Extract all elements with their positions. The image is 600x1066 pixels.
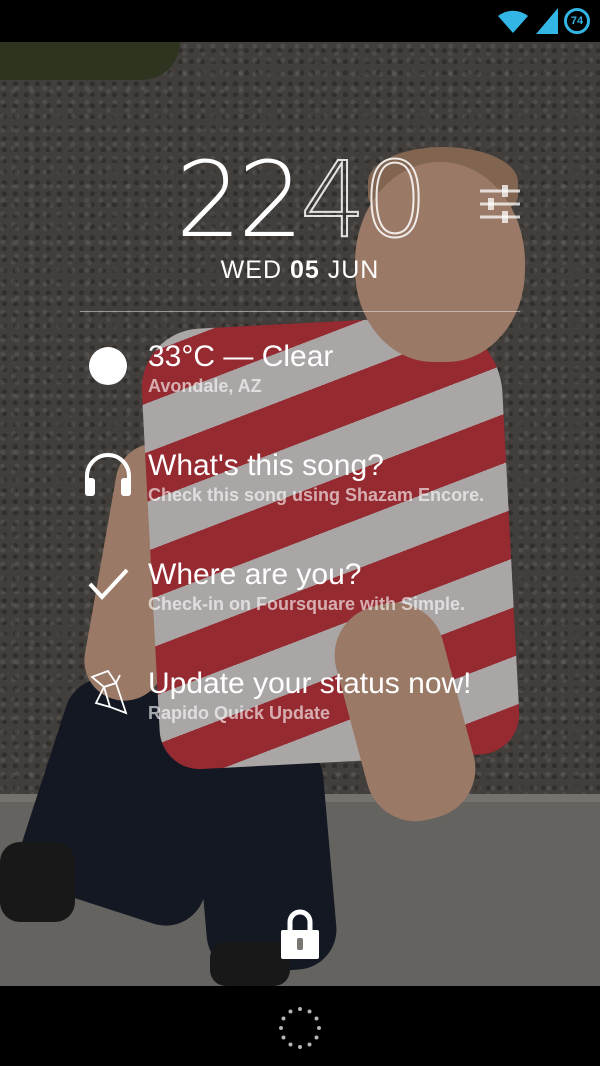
shazam-item[interactable]: What's this song? Check this song using … — [0, 449, 600, 529]
battery-icon: 74 — [564, 8, 590, 34]
unlock-lock-icon[interactable] — [280, 908, 320, 960]
status-update-subtitle: Rapido Quick Update — [148, 703, 331, 723]
status-icons: 74 — [496, 4, 590, 38]
settings-sliders-icon[interactable] — [478, 182, 522, 226]
status-bar: 74 — [0, 0, 600, 42]
weather-item[interactable]: 33°C — Clear Avondale, AZ — [0, 340, 600, 420]
foursquare-title: Where are you? — [148, 558, 362, 591]
lock-date: WED 05 JUN — [0, 256, 600, 285]
weather-title: 33°C — Clear — [148, 340, 334, 373]
status-update-title: Update your status now! — [148, 667, 472, 700]
foursquare-subtitle: Check-in on Foursquare with Simple. — [148, 594, 466, 614]
wifi-icon — [498, 10, 528, 33]
date-month: JUN — [327, 256, 380, 284]
shazam-subtitle: Check this song using Shazam Encore. — [148, 485, 485, 505]
headphones-icon — [82, 449, 134, 501]
status-update-item[interactable]: Update your status now! Rapido Quick Upd… — [0, 667, 600, 747]
weather-location: Avondale, AZ — [148, 376, 262, 396]
checkmark-icon — [82, 558, 134, 610]
shazam-title: What's this song? — [148, 449, 384, 482]
sun-icon — [82, 340, 134, 392]
widget-divider — [80, 311, 520, 312]
date-day: 05 — [289, 256, 320, 284]
loading-spinner-icon — [279, 1007, 321, 1049]
date-weekday: WED — [220, 256, 282, 284]
origami-bird-icon — [82, 667, 134, 719]
foursquare-item[interactable]: Where are you? Check-in on Foursquare wi… — [0, 558, 600, 638]
battery-level: 74 — [570, 15, 584, 27]
clock-hours: 22 — [175, 139, 304, 261]
cell-signal-icon — [536, 8, 558, 34]
clock-minutes: 40 — [299, 139, 429, 261]
